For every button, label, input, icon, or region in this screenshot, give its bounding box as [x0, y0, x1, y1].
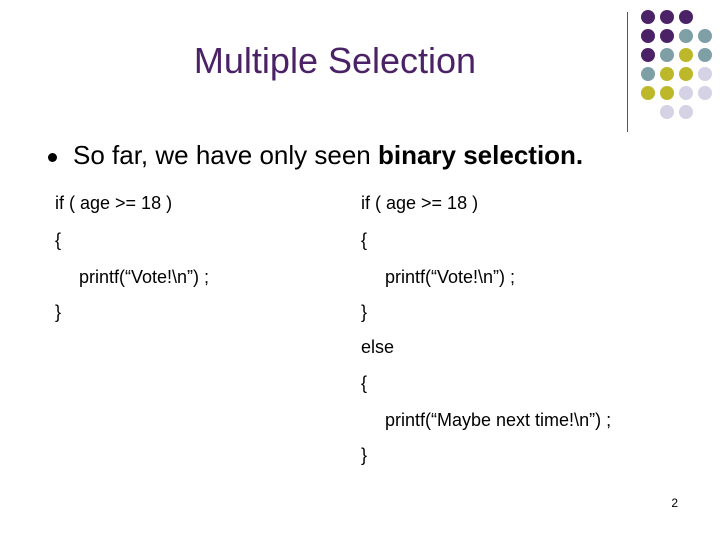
decorative-dot	[660, 10, 674, 24]
right-code-line-8: }	[361, 445, 368, 465]
decorative-dot	[660, 105, 674, 119]
left-code-line-1: if ( age >= 18 )	[55, 193, 173, 213]
right-code-line-3: printf(“Vote!\n”) ;	[385, 267, 516, 287]
decorative-dot	[660, 86, 674, 100]
right-code-line-7: printf(“Maybe next time!\n”) ;	[385, 410, 612, 430]
decorative-dot	[698, 48, 712, 62]
decorative-dot	[698, 67, 712, 81]
left-code-line-3: printf(“Vote!\n”) ;	[79, 267, 210, 287]
decorative-dot	[641, 48, 655, 62]
decorative-dot	[679, 10, 693, 24]
decorative-dot	[660, 48, 674, 62]
page-number: 2	[671, 496, 678, 510]
decorative-dot	[679, 105, 693, 119]
decorative-dot	[660, 67, 674, 81]
bullet-text: So far, we have only seen binary selecti…	[73, 140, 583, 171]
bullet-text-bold: binary selection.	[377, 140, 584, 170]
decorative-dot	[641, 67, 655, 81]
decorative-divider	[627, 12, 628, 132]
decorative-dot	[679, 67, 693, 81]
slide-title: Multiple Selection	[193, 40, 477, 81]
decorative-dot	[660, 29, 674, 43]
decorative-dot	[698, 29, 712, 43]
decorative-dot	[679, 48, 693, 62]
slide: Multiple Selection So far, we have only …	[0, 0, 720, 540]
decorative-dot	[698, 86, 712, 100]
right-code-line-4: }	[361, 302, 368, 322]
decorative-dot	[641, 10, 655, 24]
decorative-dot	[641, 29, 655, 43]
right-code-line-6: {	[361, 373, 368, 393]
decorative-dot	[679, 86, 693, 100]
bullet-text-plain: So far, we have only seen	[73, 140, 378, 170]
left-code-line-2: {	[55, 230, 62, 250]
right-code-line-1: if ( age >= 18 )	[361, 193, 479, 213]
decorative-dot	[679, 29, 693, 43]
right-code-line-5: else	[361, 337, 395, 357]
decorative-dot	[641, 86, 655, 100]
right-code-line-2: {	[361, 230, 368, 250]
bullet-icon	[48, 153, 57, 162]
left-code-line-4: }	[55, 302, 62, 322]
